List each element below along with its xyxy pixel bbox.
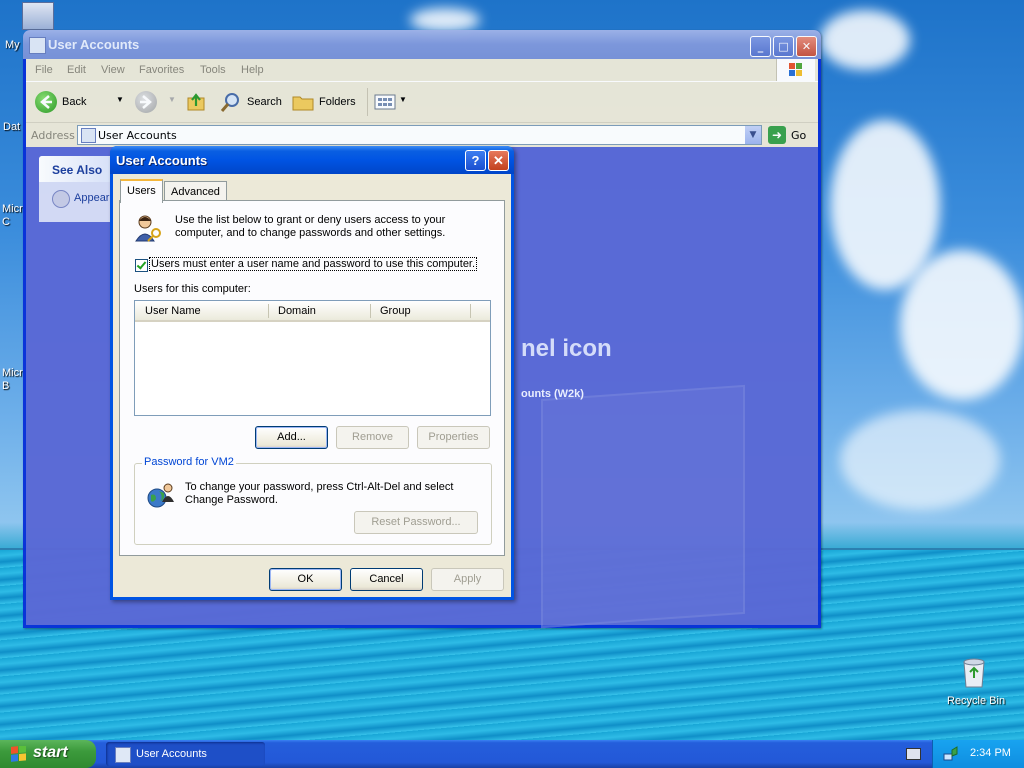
users-list-label: Users for this computer: [134, 283, 251, 295]
add-user-button[interactable]: Add... [255, 426, 328, 449]
windows-logo-icon [776, 59, 815, 81]
reset-password-button[interactable]: Reset Password... [354, 511, 478, 534]
tab-advanced[interactable]: Advanced [164, 181, 227, 201]
properties-button[interactable]: Properties [417, 426, 490, 449]
require-login-label[interactable]: Users must enter a user name and passwor… [149, 257, 478, 271]
intro-text: Use the list below to grant or deny user… [175, 214, 446, 239]
menu-tools[interactable]: Tools [200, 64, 226, 76]
forward-arrow-icon[interactable] [135, 91, 157, 113]
column-divider[interactable] [370, 304, 371, 318]
apply-button[interactable]: Apply [431, 568, 504, 591]
background-subtitle: ounts (W2k) [521, 388, 584, 400]
explorer-title: User Accounts [48, 37, 140, 52]
user-accounts-dialog: User Accounts ? ✕ Users Advanced Use the… [110, 146, 514, 600]
column-divider[interactable] [268, 304, 269, 318]
dialog-title: User Accounts [116, 153, 208, 168]
cloud [900, 250, 1024, 400]
start-label: start [33, 744, 68, 761]
taskbar-item-user-accounts[interactable]: User Accounts [106, 742, 265, 766]
back-dropdown-icon[interactable]: ▼ [116, 95, 124, 104]
background-heading: nel icon [521, 335, 612, 362]
go-button[interactable]: Go [791, 129, 806, 142]
address-dropdown-icon[interactable]: ▼ [745, 126, 761, 144]
dialog-titlebar[interactable]: User Accounts ? ✕ [110, 146, 514, 174]
folders-icon[interactable] [292, 92, 314, 112]
remove-user-button[interactable]: Remove [336, 426, 409, 449]
user-accounts-icon [81, 128, 96, 143]
folders-button[interactable]: Folders [319, 96, 356, 108]
explorer-titlebar[interactable]: User Accounts _ □ ✕ [23, 30, 821, 59]
cloud [820, 10, 910, 70]
password-group-text: To change your password, press Ctrl-Alt-… [185, 481, 454, 506]
keyboard-icon[interactable] [906, 748, 921, 760]
users-keys-icon [134, 213, 164, 243]
column-group[interactable]: Group [380, 305, 411, 317]
minimize-button[interactable]: _ [750, 36, 771, 57]
help-button[interactable]: ? [465, 150, 486, 171]
column-domain[interactable]: Domain [278, 305, 316, 317]
column-divider[interactable] [470, 304, 471, 318]
desktop-label-micr-b[interactable]: Micr B [2, 367, 23, 393]
address-value: User Accounts [98, 129, 177, 142]
views-dropdown-icon[interactable]: ▼ [399, 95, 407, 104]
forward-dropdown-icon[interactable]: ▼ [168, 95, 176, 104]
windows-flag-icon [10, 745, 26, 762]
password-group-title: Password for VM2 [142, 456, 236, 468]
start-button[interactable]: start [0, 740, 96, 768]
cloud [410, 8, 480, 32]
users-listview[interactable]: User Name Domain Group [134, 300, 491, 416]
menu-file[interactable]: File [35, 64, 53, 76]
user-accounts-icon [29, 37, 46, 54]
menu-view[interactable]: View [101, 64, 125, 76]
ok-button[interactable]: OK [269, 568, 342, 591]
taskbar-item-label: User Accounts [136, 748, 207, 760]
see-also-link-appearance[interactable]: Appear [74, 192, 109, 204]
search-icon[interactable] [220, 91, 242, 113]
address-input[interactable]: User Accounts ▼ [77, 125, 762, 145]
require-login-checkbox[interactable] [135, 259, 148, 272]
desktop-label-dat[interactable]: Dat [3, 121, 20, 133]
up-folder-icon[interactable] [186, 92, 206, 112]
user-accounts-icon [115, 747, 131, 763]
recycle-bin-icon[interactable] [960, 656, 988, 688]
desktop-label-micr-c[interactable]: Micr C [2, 203, 23, 229]
listview-header: User Name Domain Group [135, 301, 490, 322]
go-arrow-icon[interactable]: ➜ [768, 126, 786, 144]
password-groupbox: Password for VM2 To change your password… [134, 456, 492, 545]
search-button[interactable]: Search [247, 96, 282, 108]
taskbar: start User Accounts 2:34 PM [0, 740, 1024, 768]
cloud [840, 410, 1000, 510]
tab-users[interactable]: Users [120, 179, 163, 203]
desktop-label-my[interactable]: My [5, 39, 20, 51]
user-globe-icon [147, 481, 175, 509]
dialog-close-button[interactable]: ✕ [488, 150, 509, 171]
menu-help[interactable]: Help [241, 64, 264, 76]
toolbar: Back ▼ ▼ Search Folders ▼ [26, 81, 818, 122]
cancel-button[interactable]: Cancel [350, 568, 423, 591]
appearance-icon [52, 190, 70, 208]
views-icon[interactable] [374, 94, 396, 110]
system-tray: 2:34 PM [932, 740, 1024, 768]
my-computer-icon[interactable] [22, 2, 54, 30]
toolbar-separator [367, 88, 368, 116]
menu-bar: File Edit View Favorites Tools Help [26, 59, 818, 81]
column-user-name[interactable]: User Name [145, 305, 201, 317]
back-arrow-icon[interactable] [35, 91, 57, 113]
see-also-heading: See Also [52, 163, 103, 177]
back-button[interactable]: Back [62, 96, 86, 108]
dialog-body: Users Advanced Use the list below to gra… [113, 174, 511, 597]
recycle-bin-label[interactable]: Recycle Bin [947, 695, 1005, 707]
clock[interactable]: 2:34 PM [970, 747, 1011, 759]
maximize-button[interactable]: □ [773, 36, 794, 57]
close-button[interactable]: ✕ [796, 36, 817, 57]
address-bar: Address User Accounts ▼ ➜ Go [26, 122, 818, 147]
users-tab-panel: Use the list below to grant or deny user… [119, 200, 505, 556]
menu-favorites[interactable]: Favorites [139, 64, 184, 76]
checkmark-watermark-icon [541, 384, 745, 629]
address-label: Address [31, 129, 75, 142]
network-icon[interactable] [943, 746, 959, 762]
menu-edit[interactable]: Edit [67, 64, 86, 76]
